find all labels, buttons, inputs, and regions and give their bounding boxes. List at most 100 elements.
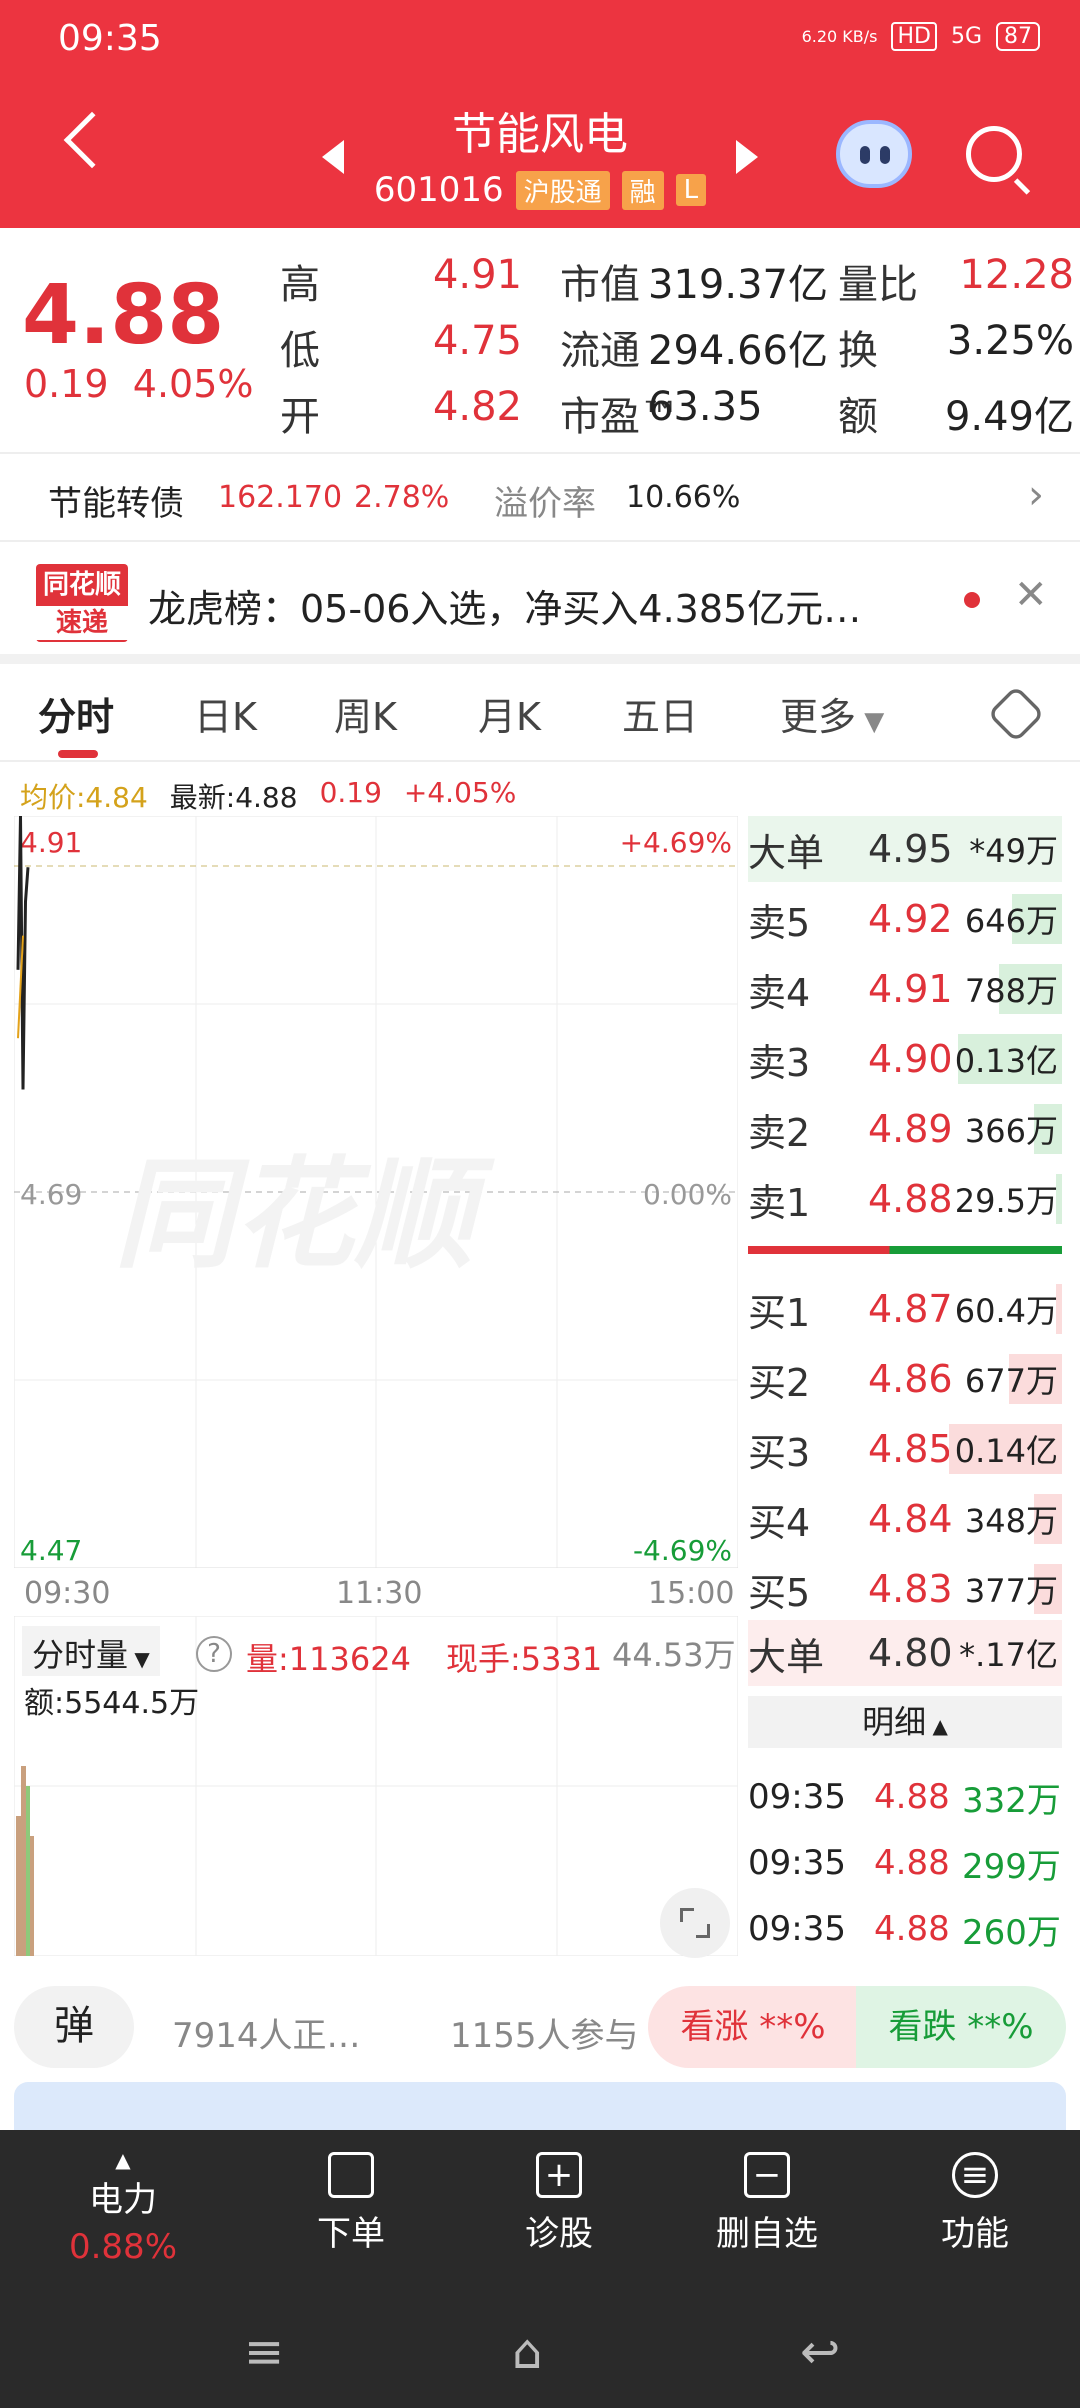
- tab-daily-k[interactable]: 日K: [194, 686, 257, 741]
- nav-remove-watchlist[interactable]: − 删自选: [662, 2130, 872, 2280]
- buy-level-row[interactable]: 买1 4.87 60.4万: [748, 1276, 1062, 1342]
- sell-level-label: 卖5: [748, 900, 811, 945]
- tick-vol: 332万: [962, 1780, 1061, 1821]
- app-header: 09:35 6.20 KB/s HD 5G 87 节能风电 601016 沪股通…: [0, 0, 1080, 228]
- quote-label: 额: [838, 394, 878, 440]
- buy-level-label: 买3: [748, 1430, 811, 1475]
- settings-icon[interactable]: [987, 685, 1045, 743]
- big-buy-row[interactable]: 大单 4.80 *.17亿: [748, 1620, 1062, 1686]
- plus-box-icon: +: [536, 2152, 582, 2198]
- bond-name: 节能转债: [48, 484, 184, 524]
- dragon-tiger-row[interactable]: 龙虎榜：05-06入选，净买入4.385亿元… ✕: [0, 552, 1080, 652]
- x-label-midday: 11:30: [336, 1576, 423, 1611]
- tab-more-label: 更多: [780, 694, 857, 739]
- quote-value: 3.25%: [946, 318, 1074, 364]
- sell-level-row[interactable]: 卖4 4.91 788万: [748, 956, 1062, 1022]
- close-icon[interactable]: ✕: [1014, 572, 1048, 618]
- premium-label: 溢价率: [494, 484, 596, 524]
- hd-icon: HD: [891, 22, 937, 51]
- nav-order[interactable]: 下单: [246, 2130, 456, 2280]
- volume-selector[interactable]: 分时量 ▼: [22, 1626, 160, 1676]
- nav-diagnose[interactable]: + 诊股: [454, 2130, 664, 2280]
- tab-monthly-k[interactable]: 月K: [478, 686, 541, 741]
- volume-bar: [26, 1786, 30, 1956]
- dropdown-caret-icon: ▼: [128, 1647, 150, 1671]
- search-icon[interactable]: [966, 126, 1022, 182]
- nav-sector-label: 电力: [89, 2180, 157, 2220]
- volume-max: 44.53万: [612, 1636, 736, 1674]
- convertible-bond-row[interactable]: 节能转债 162.170 2.78% 溢价率 10.66% ›: [0, 452, 1080, 542]
- tick-row: 09:35 4.88 332万: [748, 1764, 1062, 1830]
- status-icons: 6.20 KB/s HD 5G 87: [802, 22, 1040, 51]
- tab-more[interactable]: 更多 ▼: [780, 686, 884, 741]
- volume-current: 现手:5331: [446, 1640, 603, 1678]
- big-sell-vol: *49万: [969, 832, 1058, 870]
- tick-price: 4.88: [874, 1777, 950, 1817]
- y-left-mid: 4.69: [20, 1178, 82, 1211]
- sell-level-label: 卖4: [748, 970, 811, 1015]
- participants-count: 1155人参与: [450, 2016, 639, 2056]
- buy-level-vol: 377万: [964, 1572, 1058, 1610]
- fullscreen-corner-icon: [680, 1908, 694, 1922]
- vote-bull-button[interactable]: 看涨 **%: [648, 1986, 858, 2068]
- tag-margin: 融: [621, 170, 664, 210]
- quote-label: 市值: [560, 262, 640, 308]
- fullscreen-icon[interactable]: [660, 1888, 730, 1958]
- buy-level-row[interactable]: 买5 4.83 377万: [748, 1556, 1062, 1622]
- system-menu-icon[interactable]: ≡: [244, 2324, 284, 2380]
- chevron-right-icon: ›: [1028, 472, 1044, 518]
- tab-intraday[interactable]: 分时: [38, 686, 114, 741]
- quote-value: 9.49亿: [944, 394, 1074, 440]
- tab-weekly-k[interactable]: 周K: [334, 686, 397, 741]
- buy-level-vol: 348万: [964, 1502, 1058, 1540]
- quote-value: 63.35: [648, 384, 763, 430]
- tick-time: 09:35: [748, 1777, 846, 1817]
- watermark-text: 同花顺: [114, 1146, 495, 1285]
- sell-level-row[interactable]: 卖5 4.92 646万: [748, 886, 1062, 952]
- quote-value: 12.28: [959, 252, 1074, 298]
- sell-level-row[interactable]: 卖1 4.88 29.5万: [748, 1166, 1062, 1232]
- stock-name: 节能风电: [452, 109, 628, 160]
- vote-bear-button[interactable]: 看跌 **%: [856, 1986, 1066, 2068]
- buy-level-row[interactable]: 买2 4.86 677万: [748, 1346, 1062, 1412]
- sell-level-row[interactable]: 卖2 4.89 366万: [748, 1096, 1062, 1162]
- quote-label: 开: [280, 394, 320, 440]
- sell-level-vol: 646万: [964, 902, 1058, 940]
- quote-label: 流通: [560, 328, 640, 374]
- sell-level-vol: 366万: [964, 1112, 1058, 1150]
- detail-header[interactable]: 明细 ▲: [748, 1696, 1062, 1748]
- nav-sector-pct: 0.88%: [68, 2227, 177, 2267]
- system-back-icon[interactable]: ↩: [800, 2324, 840, 2380]
- buy-level-row[interactable]: 买3 4.85 0.14亿: [748, 1416, 1062, 1482]
- fullscreen-corner-icon: [696, 1924, 710, 1938]
- avg-price: 均价:4.84: [20, 781, 148, 814]
- nav-functions[interactable]: ≡ 功能: [870, 2130, 1080, 2280]
- robot-assistant-icon[interactable]: [836, 120, 912, 188]
- volume-total: 量:113624: [246, 1640, 411, 1678]
- buy-level-vol: 60.4万: [954, 1292, 1058, 1330]
- buy-level-label: 买4: [748, 1500, 811, 1545]
- danmu-toggle[interactable]: 弹: [14, 1986, 134, 2068]
- y-right-bottom: -4.69%: [633, 1534, 732, 1567]
- sell-level-row[interactable]: 卖3 4.90 0.13亿: [748, 1026, 1062, 1092]
- quote-label: 量比: [838, 262, 918, 308]
- big-sell-row[interactable]: 大单 4.95 *49万: [748, 816, 1062, 882]
- intraday-chart[interactable]: 同花顺 4.91 4.69 4.47 +4.69% 0.00% -4.69%: [14, 816, 738, 1568]
- big-sell-label: 大单: [748, 830, 825, 875]
- system-home-icon[interactable]: ⌂: [512, 2324, 542, 2380]
- x-label-close: 15:00: [648, 1576, 735, 1611]
- stock-code-line: 601016 沪股通 融 L: [0, 170, 1080, 210]
- logo-top-text: 同花顺: [42, 570, 121, 600]
- tab-five-day[interactable]: 五日: [622, 686, 698, 741]
- buy-level-row[interactable]: 买4 4.84 348万: [748, 1486, 1062, 1552]
- logo-bottom-text: 速递: [36, 606, 128, 640]
- big-buy-price: 4.80: [868, 1631, 953, 1675]
- document-icon: [328, 2152, 374, 2198]
- next-stock-icon[interactable]: [736, 140, 758, 174]
- help-icon[interactable]: ?: [196, 1636, 232, 1672]
- tick-vol: 260万: [962, 1912, 1061, 1953]
- nav-sector[interactable]: ▲ 电力 0.88%: [18, 2130, 228, 2280]
- big-sell-price: 4.95: [868, 827, 953, 871]
- watching-count: 7914人正…: [172, 2016, 361, 2056]
- detail-label: 明细: [862, 1703, 927, 1741]
